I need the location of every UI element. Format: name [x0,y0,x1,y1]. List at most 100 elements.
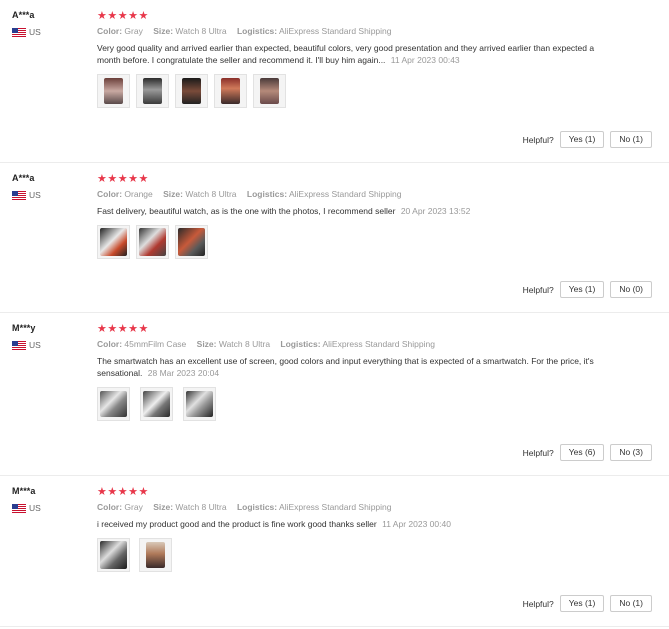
review-photo-thumbnail[interactable] [175,74,208,108]
size-label: Size: [153,26,174,36]
review-photo-thumbnail[interactable] [253,74,286,108]
review-item: M***y US ★★★★★ Color: 45mmFilm Case Size… [0,313,669,476]
us-flag-icon [12,340,26,350]
reviewer-country: US [12,503,92,513]
logistics-label: Logistics: [280,339,321,349]
helpful-yes-button[interactable]: Yes (1) [559,281,605,298]
review-content: Fast delivery, beautiful watch, as is th… [97,206,396,216]
helpful-no-button[interactable]: No (1) [610,595,652,612]
reviewer-info: M***y US [12,323,92,350]
size-value: Watch 8 Ultra [175,502,227,512]
us-flag-icon [12,503,26,513]
review-text: The smartwatch has an excellent use of s… [97,355,597,379]
review-body: ★★★★★ Color: Gray Size: Watch 8 Ultra Lo… [97,486,657,572]
logistics-label: Logistics: [236,26,278,36]
review-text: Fast delivery, beautiful watch, as is th… [97,205,597,217]
star-rating: ★★★★★ [97,10,149,22]
country-code: US [29,340,41,350]
color-label: Color: [97,502,123,512]
reviewer-country: US [12,27,92,37]
reviewer-name: A***a [12,10,35,20]
star-rating: ★★★★★ [97,486,149,498]
logistics-value: AliExpress Standard Shipping [279,26,392,36]
review-body: ★★★★★ Color: Orange Size: Watch 8 Ultra … [97,173,657,259]
helpful-votes: Helpful? Yes (1) No (1) [523,595,652,612]
review-date: 11 Apr 2023 00:43 [390,55,460,65]
review-photo-thumbnail[interactable] [214,74,247,108]
size-value: Watch 8 Ultra [218,339,271,349]
review-photos [97,225,657,259]
color-value: Gray [124,26,143,36]
reviewer-name: M***y [12,323,36,333]
helpful-no-button[interactable]: No (1) [610,131,652,148]
reviewer-country: US [12,340,92,350]
review-photo-thumbnail[interactable] [136,74,169,108]
size-label: Size: [196,339,217,349]
country-code: US [29,190,41,200]
review-sku-meta: Color: Orange Size: Watch 8 Ultra Logist… [97,189,657,199]
helpful-yes-button[interactable]: Yes (6) [559,444,605,461]
review-item: M***a US ★★★★★ Color: Gray Size: Watch 8… [0,476,669,627]
review-photo-thumbnail[interactable] [175,225,208,259]
helpful-label: Helpful? [522,134,554,145]
helpful-no-button[interactable]: No (3) [610,444,652,461]
logistics-value: AliExpress Standard Shipping [288,189,402,199]
review-photo-thumbnail[interactable] [183,387,216,421]
color-label: Color: [97,189,123,199]
review-photos [97,538,657,572]
helpful-votes: Helpful? Yes (1) No (1) [523,131,652,148]
color-value: Orange [124,189,153,199]
review-content: i received my product good and the produ… [97,519,377,529]
logistics-value: AliExpress Standard Shipping [279,502,392,512]
review-sku-meta: Color: 45mmFilm Case Size: Watch 8 Ultra… [97,339,657,349]
review-date: 11 Apr 2023 00:40 [382,519,451,529]
review-content: Very good quality and arrived earlier th… [97,43,595,65]
review-photos [97,387,657,421]
review-date: 20 Apr 2023 13:52 [400,206,471,216]
review-sku-meta: Color: Gray Size: Watch 8 Ultra Logistic… [97,502,657,512]
size-value: Watch 8 Ultra [175,26,227,36]
reviewer-info: A***a US [12,173,92,200]
helpful-votes: Helpful? Yes (6) No (3) [523,444,652,461]
logistics-label: Logistics: [236,502,278,512]
country-code: US [29,27,41,37]
size-label: Size: [153,502,174,512]
country-code: US [29,503,41,513]
color-label: Color: [97,26,123,36]
review-body: ★★★★★ Color: Gray Size: Watch 8 Ultra Lo… [97,10,657,108]
us-flag-icon [12,27,26,37]
review-photo-thumbnail[interactable] [136,225,169,259]
color-value: Gray [124,502,143,512]
review-photo-thumbnail[interactable] [139,538,172,572]
review-sku-meta: Color: Gray Size: Watch 8 Ultra Logistic… [97,26,657,36]
helpful-votes: Helpful? Yes (1) No (0) [523,281,652,298]
star-rating: ★★★★★ [97,323,149,335]
helpful-label: Helpful? [522,447,554,458]
review-item: A***a US ★★★★★ Color: Gray Size: Watch 8… [0,0,669,163]
color-value: 45mmFilm Case [124,339,187,349]
review-photos [97,74,657,108]
review-text: Very good quality and arrived earlier th… [97,42,597,66]
review-photo-thumbnail[interactable] [140,387,173,421]
color-label: Color: [97,339,123,349]
review-photo-thumbnail[interactable] [97,225,130,259]
us-flag-icon [12,190,26,200]
size-value: Watch 8 Ultra [185,189,237,199]
reviewer-name: M***a [12,486,36,496]
reviewer-country: US [12,190,92,200]
helpful-no-button[interactable]: No (0) [610,281,652,298]
review-text: i received my product good and the produ… [97,518,597,530]
review-photo-thumbnail[interactable] [97,387,130,421]
review-photo-thumbnail[interactable] [97,538,130,572]
helpful-yes-button[interactable]: Yes (1) [559,131,605,148]
helpful-yes-button[interactable]: Yes (1) [559,595,605,612]
logistics-label: Logistics: [246,189,288,199]
helpful-label: Helpful? [522,598,554,609]
star-rating: ★★★★★ [97,173,149,185]
helpful-label: Helpful? [522,284,554,295]
review-item: A***a US ★★★★★ Color: Orange Size: Watch… [0,163,669,313]
size-label: Size: [163,189,183,199]
review-photo-thumbnail[interactable] [97,74,130,108]
logistics-value: AliExpress Standard Shipping [322,339,435,349]
review-date: 28 Mar 2023 20:04 [147,368,220,378]
